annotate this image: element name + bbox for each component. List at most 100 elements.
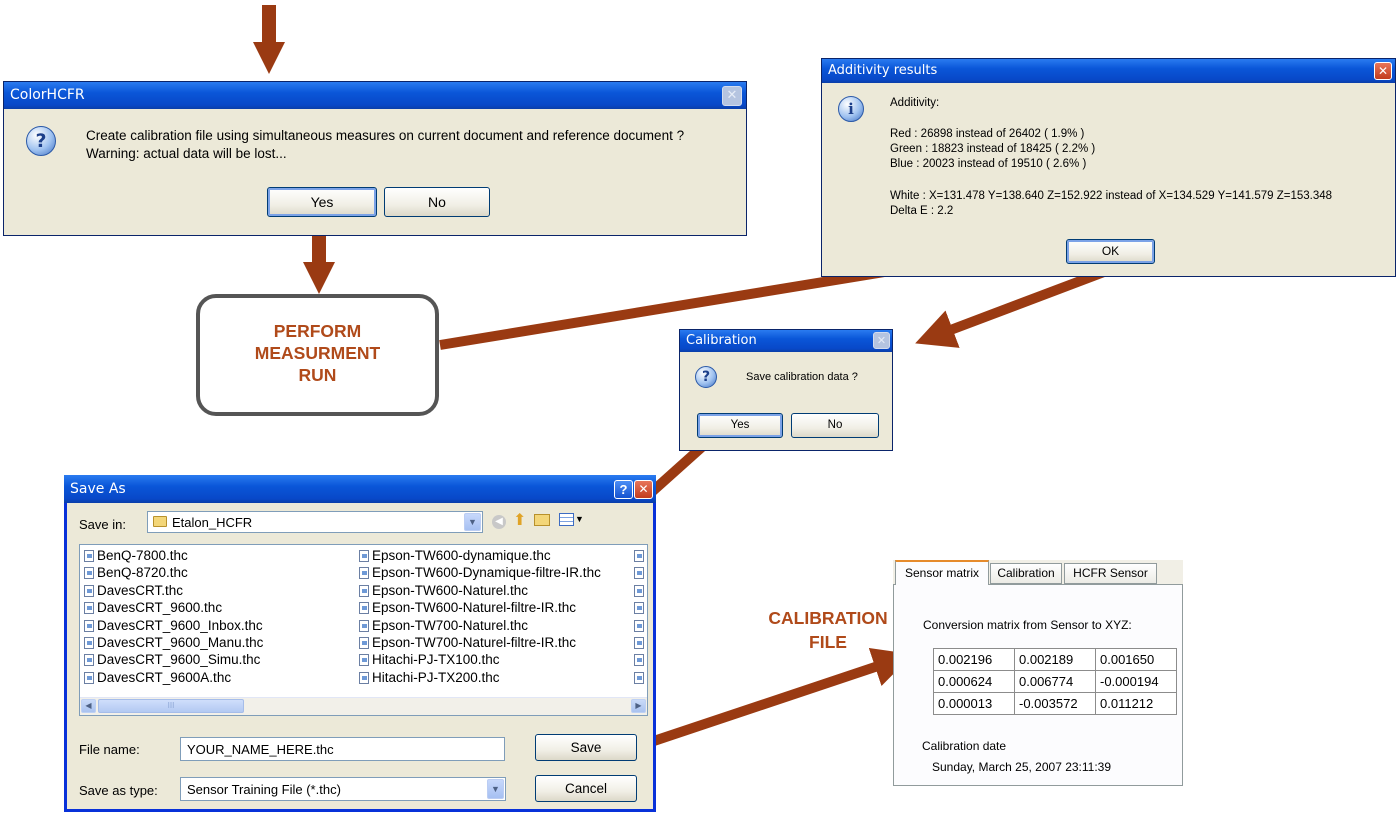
file-list[interactable]: BenQ-7800.thc BenQ-8720.thc DavesCRT.thc Da… <box>79 544 648 716</box>
file-item[interactable]: Epson-TW600-Dynamique-filtre-IR.thc <box>359 565 601 580</box>
matrix-cell: 0.002196 <box>933 648 1015 671</box>
file-item[interactable]: DavesCRT_9600_Simu.thc <box>84 652 260 667</box>
additivity-title: Additivity results <box>828 63 938 78</box>
additivity-heading: Additivity: <box>890 97 940 109</box>
file-icon <box>359 567 369 580</box>
file-item[interactable]: DavesCRT_9600A.thc <box>84 670 231 685</box>
file-icon[interactable] <box>634 550 644 562</box>
colorhcfr-title-bar: ColorHCFR <box>4 82 746 109</box>
file-icon[interactable] <box>634 619 644 632</box>
file-icon[interactable] <box>634 567 644 580</box>
scroll-right-button[interactable]: ▶ <box>631 699 646 713</box>
file-icon[interactable] <box>634 584 644 597</box>
file-item[interactable]: BenQ-7800.thc <box>84 548 188 563</box>
ok-button[interactable]: OK <box>1066 239 1155 264</box>
file-icon <box>359 550 369 562</box>
up-folder-icon[interactable]: ⬆ <box>513 512 526 530</box>
file-name: DavesCRT_9600_Simu.thc <box>97 652 261 668</box>
save-type-select[interactable]: Sensor Training File (*.thc) ▼ <box>180 777 506 801</box>
file-item[interactable]: DavesCRT_9600.thc <box>84 600 222 615</box>
file-item[interactable]: BenQ-8720.thc <box>84 565 188 580</box>
matrix-cell: 0.000013 <box>933 692 1015 715</box>
scroll-left-button[interactable]: ◀ <box>81 699 96 713</box>
close-button[interactable]: ✕ <box>873 332 890 349</box>
arrow-ok-to-calibration <box>915 267 1106 348</box>
no-button[interactable]: No <box>384 187 490 217</box>
view-menu-arrow-icon[interactable]: ▼ <box>575 512 584 526</box>
no-button[interactable]: No <box>791 413 879 438</box>
close-button[interactable]: ✕ <box>722 86 742 106</box>
tab-calibration[interactable]: Calibration <box>990 563 1062 584</box>
calibration-file-line2: FILE <box>809 632 847 652</box>
chevron-down-icon[interactable]: ▼ <box>487 779 504 799</box>
file-item[interactable]: Epson-TW700-Naturel.thc <box>359 618 528 633</box>
file-item[interactable]: Hitachi-PJ-TX100.thc <box>359 652 500 667</box>
file-item[interactable]: DavesCRT_9600_Inbox.thc <box>84 618 263 633</box>
file-name: DavesCRT_9600.thc <box>97 600 223 616</box>
perform-line3: RUN <box>298 365 337 385</box>
save-type-value: Sensor Training File (*.thc) <box>187 782 341 797</box>
file-icon <box>84 619 94 632</box>
file-name: DavesCRT.thc <box>97 582 184 598</box>
calibration-date-value: Sunday, March 25, 2007 23:11:39 <box>932 760 1112 774</box>
chevron-down-icon[interactable]: ▼ <box>464 513 481 531</box>
cancel-button[interactable]: Cancel <box>535 775 637 802</box>
file-icon <box>84 654 94 667</box>
file-icon <box>84 602 94 615</box>
colorhcfr-message-line2: Warning: actual data will be lost... <box>86 146 287 161</box>
file-icon <box>84 637 94 649</box>
question-icon: ? <box>26 126 56 156</box>
colorhcfr-message-line1: Create calibration file using simultaneo… <box>86 128 685 143</box>
save-as-title-bar: Save As <box>64 475 656 503</box>
file-name: Epson-TW700-Naturel.thc <box>372 617 529 633</box>
close-button[interactable]: ✕ <box>1374 62 1392 80</box>
save-in-label: Save in: <box>79 517 126 532</box>
calibration-title: Calibration <box>686 333 757 348</box>
perform-line1: PERFORM <box>273 321 362 341</box>
close-button[interactable]: ✕ <box>634 480 653 499</box>
help-button[interactable]: ? <box>614 480 633 499</box>
file-item[interactable]: Epson-TW700-Naturel-filtre-IR.thc <box>359 635 576 650</box>
matrix-cell: -0.003572 <box>1014 692 1096 715</box>
file-name: Epson-TW700-Naturel-filtre-IR.thc <box>372 635 577 650</box>
horizontal-scrollbar[interactable]: ◀ III ▶ <box>80 697 647 715</box>
view-menu-icon[interactable] <box>559 513 574 526</box>
perform-measurement-box: PERFORM MEASURMENT RUN <box>196 294 439 416</box>
file-item[interactable]: DavesCRT.thc <box>84 583 183 598</box>
save-in-select[interactable]: Etalon_HCFR ▼ <box>147 511 483 533</box>
file-item[interactable]: Hitachi-PJ-TX200.thc <box>359 670 500 685</box>
file-name: BenQ-7800.thc <box>97 548 188 563</box>
file-name: Hitachi-PJ-TX200.thc <box>372 669 500 685</box>
file-icon <box>84 567 94 580</box>
question-icon: ? <box>695 366 717 388</box>
file-item[interactable]: Epson-TW600-Naturel.thc <box>359 583 528 598</box>
tab-hcfr-sensor[interactable]: HCFR Sensor <box>1064 563 1157 584</box>
back-icon[interactable]: ◀ <box>492 515 506 529</box>
matrix-row: 0.000624 0.006774 -0.000194 <box>933 670 1177 693</box>
file-name-input[interactable]: YOUR_NAME_HERE.thc <box>180 737 505 761</box>
yes-button[interactable]: Yes <box>267 187 377 217</box>
file-icon[interactable] <box>634 637 644 649</box>
yes-button[interactable]: Yes <box>697 413 783 438</box>
additivity-delta: Delta E : 2.2 <box>890 205 954 217</box>
matrix-cell: -0.000194 <box>1095 670 1177 693</box>
save-button[interactable]: Save <box>535 734 637 761</box>
additivity-white: White : X=131.478 Y=138.640 Z=152.922 in… <box>890 190 1333 202</box>
file-item[interactable]: Epson-TW600-Naturel-filtre-IR.thc <box>359 600 576 615</box>
file-name: DavesCRT_9600A.thc <box>97 669 232 685</box>
file-item[interactable]: DavesCRT_9600_Manu.thc <box>84 635 263 650</box>
matrix-cell: 0.001650 <box>1095 648 1177 671</box>
scroll-thumb[interactable]: III <box>98 699 244 713</box>
file-name-label: File name: <box>79 742 140 757</box>
file-icon <box>359 637 369 649</box>
tab-sensor-matrix[interactable]: Sensor matrix <box>895 560 989 585</box>
new-folder-icon[interactable] <box>534 514 550 526</box>
file-icon[interactable] <box>634 654 644 667</box>
arrow-yes-to-run <box>303 227 335 294</box>
calibration-file-line1: CALIBRATION <box>768 608 888 628</box>
matrix-cell: 0.002189 <box>1014 648 1096 671</box>
tab-sensor-matrix-label: Sensor matrix <box>904 566 980 580</box>
file-item[interactable]: Epson-TW600-dynamique.thc <box>359 548 551 563</box>
file-icon[interactable] <box>634 671 644 684</box>
file-icon[interactable] <box>634 602 644 615</box>
